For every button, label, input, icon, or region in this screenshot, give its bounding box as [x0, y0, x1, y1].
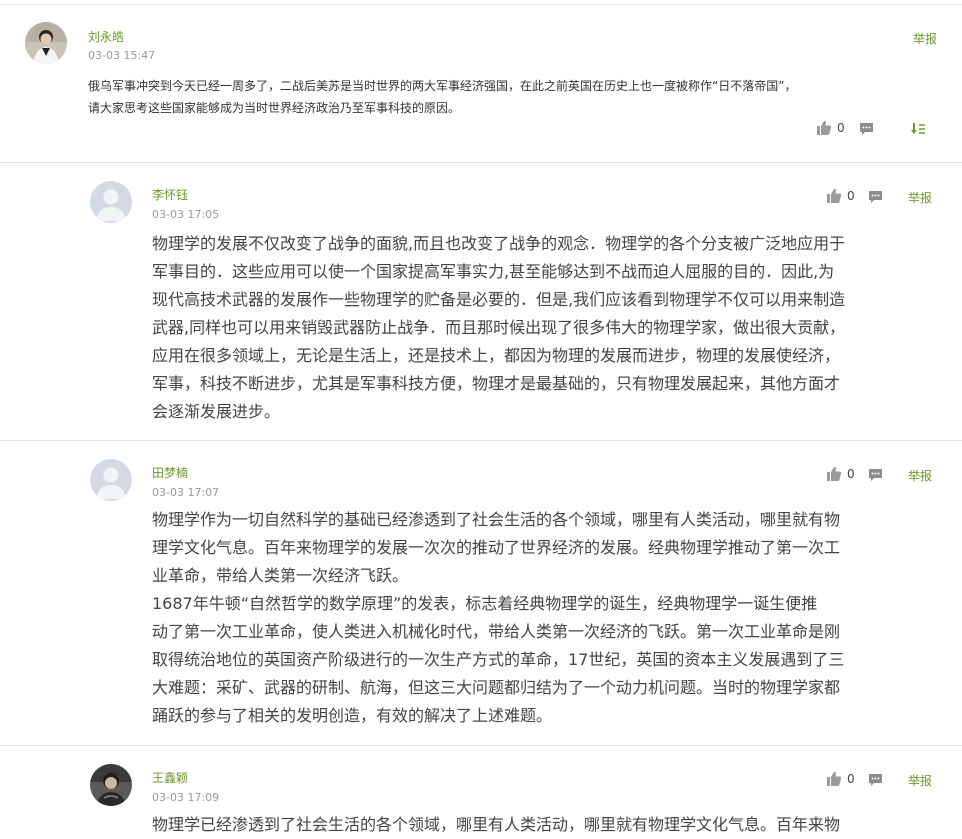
like-button[interactable]: 0 [826, 466, 855, 481]
reply-body: 物理学作为一切自然科学的基础已经渗透到了社会生活的各个领域，哪里有人类活动，哪里… [152, 506, 937, 730]
like-count: 0 [847, 188, 855, 203]
thumbs-up-icon [816, 120, 832, 135]
avatar[interactable] [90, 459, 132, 501]
comment-button[interactable] [868, 773, 883, 787]
thumbs-up-icon [826, 466, 842, 481]
thumbs-up-icon [826, 188, 842, 203]
reply-item: 王鑫颖 03-03 17:09 0 举报 物理学已经渗透到了社会生活的各个领域，… [0, 746, 962, 839]
reply-line: 大难题：采矿、武器的研制、航海，但这三大问题都归结为了一个动力机问题。当时的物理… [152, 678, 841, 697]
comment-button[interactable] [859, 122, 874, 136]
reply-line: 1687年牛顿“自然哲学的数学原理”的发表，标志着经典物理学的诞生，经典物理学一… [152, 594, 818, 613]
post-time: 03-03 17:07 [152, 486, 220, 499]
report-link[interactable]: 举报 [908, 189, 932, 206]
reply-line: 现代高技术武器的发展作一些物理学的贮备是必要的．但是,我们应该看到物理学不仅可以… [152, 290, 846, 309]
like-count: 0 [847, 466, 855, 481]
reply-body: 物理学的发展不仅改变了战争的面貌,而且也改变了战争的观念．物理学的各个分支被广泛… [152, 230, 937, 426]
report-link[interactable]: 举报 [908, 772, 932, 789]
reply-line: 应用在很多领域上，无论是生活上，还是技术上，都因为物理的发展而进步，物理的发展使… [152, 346, 841, 365]
like-count: 0 [847, 771, 855, 786]
author-name[interactable]: 田梦楠 [152, 464, 188, 481]
reply-line: 军事，科技不断进步，尤其是军事科技方便，物理才是最基础的，只有物理发展起来，其他… [152, 374, 841, 393]
author-name[interactable]: 李怀钰 [152, 186, 188, 203]
reply-line: 武器,同样也可以用来销毁武器防止战争．而且那时候出现了很多伟大的物理学家，做出很… [152, 318, 846, 337]
reply-line: 业革命，带给人类第一次经济飞跃。 [152, 566, 409, 585]
like-count: 0 [837, 120, 845, 135]
reply-line: 物理学已经渗透到了社会生活的各个领域，哪里有人类活动，哪里就有物理学文化气息。百… [152, 815, 841, 834]
thumbs-up-icon [826, 771, 842, 786]
avatar[interactable] [90, 181, 132, 223]
report-link[interactable]: 举报 [908, 467, 932, 484]
comment-button[interactable] [868, 468, 883, 482]
avatar[interactable] [90, 764, 132, 806]
main-post: 刘永皓 03-03 15:47 举报 俄乌军事冲突到今天已经一周多了，二战后美苏… [0, 0, 962, 162]
reply-line: 动了第一次工业革命，使人类进入机械化时代，带给人类第一次经济的飞跃。第一次工业革… [152, 622, 841, 641]
sort-down-icon [910, 122, 926, 136]
post-time: 03-03 17:09 [152, 791, 220, 804]
sort-button[interactable] [910, 122, 926, 136]
author-name[interactable]: 刘永皓 [88, 28, 124, 45]
avatar[interactable] [25, 22, 67, 64]
reply-line: 军事目的．这些应用可以使一个国家提高军事实力,甚至能够达到不战而迫人屈服的目的．… [152, 262, 835, 281]
comment-icon [859, 122, 874, 136]
reply-line: 踊跃的参与了相关的发明创造，有效的解决了上述难题。 [152, 706, 553, 725]
like-button[interactable]: 0 [816, 120, 845, 135]
reply-line: 会逐渐发展进步。 [152, 402, 281, 421]
post-body-line: 请大家思考这些国家能够成为当时世界经济政治乃至军事科技的原因。 [88, 101, 461, 115]
author-name[interactable]: 王鑫颖 [152, 769, 188, 786]
reply-line: 物理学作为一切自然科学的基础已经渗透到了社会生活的各个领域，哪里有人类活动，哪里… [152, 510, 841, 529]
reply-item: 李怀钰 03-03 17:05 0 举报 物理学的发展不仅改变了战争的面貌,而且… [0, 163, 962, 440]
like-button[interactable]: 0 [826, 188, 855, 203]
report-link[interactable]: 举报 [913, 30, 937, 47]
like-button[interactable]: 0 [826, 771, 855, 786]
post-body-line: 俄乌军事冲突到今天已经一周多了，二战后美苏是当时世界的两大军事经济强国，在此之前… [88, 79, 797, 93]
post-time: 03-03 15:47 [88, 49, 156, 62]
comment-icon [868, 773, 883, 787]
reply-item: 田梦楠 03-03 17:07 0 举报 物理学作为一切自然科学的基础已经渗透到… [0, 441, 962, 745]
comment-icon [868, 190, 883, 204]
comment-icon [868, 468, 883, 482]
reply-line: 取得统治地位的英国资产阶级进行的一次生产方式的革命，17世纪，英国的资本主义发展… [152, 650, 845, 669]
reply-line: 物理学的发展不仅改变了战争的面貌,而且也改变了战争的观念．物理学的各个分支被广泛… [152, 234, 846, 253]
post-time: 03-03 17:05 [152, 208, 220, 221]
post-body: 俄乌军事冲突到今天已经一周多了，二战后美苏是当时世界的两大军事经济强国，在此之前… [88, 75, 948, 119]
comment-button[interactable] [868, 190, 883, 204]
reply-body: 物理学已经渗透到了社会生活的各个领域，哪里有人类活动，哪里就有物理学文化气息。百… [152, 811, 937, 839]
reply-line: 理学文化气息。百年来物理学的发展一次次的推动了世界经济的发展。经典物理学推动了第… [152, 538, 841, 557]
